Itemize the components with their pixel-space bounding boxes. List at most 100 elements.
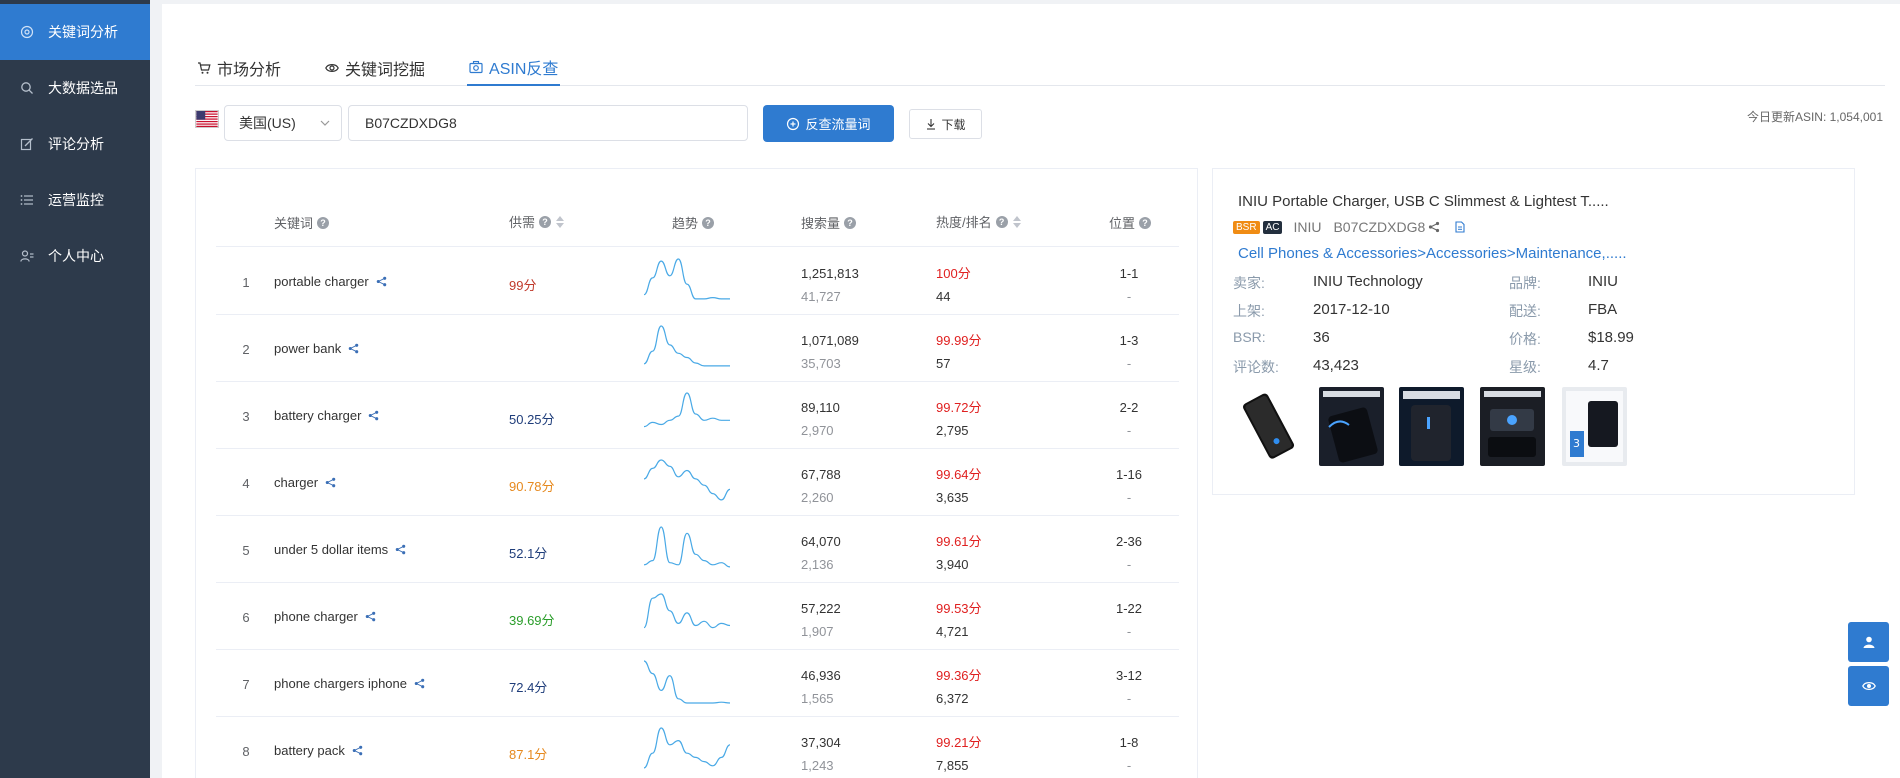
table-row: 8 battery pack 87.1分 37,304 1,243 99.21分 7,855… xyxy=(216,717,1179,778)
trend-sparkline xyxy=(644,459,730,501)
brand-label: 品牌: xyxy=(1509,275,1541,291)
position-sub: - xyxy=(1126,356,1132,371)
th-label: 关键词 xyxy=(274,216,314,231)
table-row: 2 power bank 1,071,089 35,703 99.99分 57 1-3 - xyxy=(216,315,1179,382)
product-thumbnail[interactable] xyxy=(1399,387,1464,466)
search-volume-cell: 1,071,089 35,703 xyxy=(801,329,859,375)
sidebar-item-ops-monitor[interactable]: 运营监控 xyxy=(0,172,150,228)
share-icon[interactable] xyxy=(348,343,359,354)
sort-icon[interactable] xyxy=(1012,215,1021,228)
asin-input[interactable] xyxy=(348,105,748,141)
sidebar-item-keyword-analysis[interactable]: 关键词分析 xyxy=(0,4,150,60)
trend-line xyxy=(644,526,730,568)
search-volume-sub: 2,136 xyxy=(801,557,834,572)
trend-line xyxy=(644,593,730,629)
help-icon[interactable]: ? xyxy=(539,215,552,228)
heat-score: 100分 xyxy=(936,266,971,281)
th-label: 位置 xyxy=(1109,216,1136,231)
trend-sparkline xyxy=(644,258,730,300)
keyword-cell: phone chargers iphone xyxy=(274,676,425,691)
sidebar-item-label: 大数据选品 xyxy=(48,80,118,96)
sidebar-item-label: 个人中心 xyxy=(48,248,104,264)
heat-score: 99.36分 xyxy=(936,668,982,683)
position-sub: - xyxy=(1126,758,1132,773)
bsr-label: BSR: xyxy=(1233,329,1266,345)
share-icon[interactable] xyxy=(325,477,336,488)
rank-value: 3,635 xyxy=(936,490,969,505)
help-icon[interactable]: ? xyxy=(702,216,715,229)
keyword-text[interactable]: phone charger xyxy=(274,609,358,624)
row-index: 3 xyxy=(242,409,250,424)
position-cell: 1-3 - xyxy=(1109,329,1149,375)
search-volume: 64,070 xyxy=(801,534,841,549)
keyword-cell: power bank xyxy=(274,341,359,356)
tab-asin-reverse[interactable]: ASIN反查 xyxy=(467,50,561,86)
reviews-value: 43,423 xyxy=(1313,357,1359,374)
tab-keyword-mining[interactable]: 关键词挖掘 xyxy=(323,50,427,86)
share-icon[interactable] xyxy=(368,410,379,421)
help-icon[interactable]: ? xyxy=(1139,216,1152,229)
share-icon[interactable] xyxy=(376,276,387,287)
product-thumbnail[interactable]: 3 xyxy=(1562,387,1627,466)
supply-demand-cell: 87.1分 xyxy=(509,747,548,762)
cart-icon xyxy=(197,61,211,75)
document-icon[interactable] xyxy=(1454,221,1466,233)
share-icon[interactable] xyxy=(414,678,425,689)
share-icon[interactable] xyxy=(1428,221,1440,233)
help-icon[interactable]: ? xyxy=(844,216,857,229)
th-heat-rank[interactable]: 热度/排名 ? xyxy=(936,212,1021,231)
rank-value: 4,721 xyxy=(936,624,969,639)
country-select[interactable]: 美国(US) xyxy=(224,105,342,141)
row-index: 2 xyxy=(242,342,250,357)
keyword-text[interactable]: under 5 dollar items xyxy=(274,542,388,557)
position-sub: - xyxy=(1126,490,1132,505)
product-thumbnail[interactable] xyxy=(1480,387,1545,466)
supply-demand-cell: 50.25分 xyxy=(509,412,555,427)
position-cell: 1-1 - xyxy=(1109,262,1149,308)
keyword-text[interactable]: charger xyxy=(274,475,318,490)
trend-line xyxy=(644,727,730,769)
heat-score: 99.72分 xyxy=(936,400,982,415)
share-icon[interactable] xyxy=(352,745,363,756)
th-supply-demand[interactable]: 供需 ? xyxy=(509,212,565,231)
product-thumbnail[interactable] xyxy=(1319,387,1384,466)
sidebar-item-profile[interactable]: 个人中心 xyxy=(0,228,150,284)
position-sub: - xyxy=(1126,289,1132,304)
help-icon[interactable]: ? xyxy=(995,215,1008,228)
search-volume-cell: 57,222 1,907 xyxy=(801,597,841,643)
eye-icon xyxy=(325,61,339,75)
keyword-text[interactable]: portable charger xyxy=(274,274,369,289)
floating-eye-button[interactable] xyxy=(1848,666,1889,706)
keyword-text[interactable]: power bank xyxy=(274,341,341,356)
position-sub: - xyxy=(1126,557,1132,572)
search-volume-sub: 1,243 xyxy=(801,758,834,773)
floating-user-button[interactable] xyxy=(1848,622,1889,662)
th-search-volume: 搜索量 ? xyxy=(801,213,857,232)
trend-sparkline xyxy=(644,727,730,769)
trend-sparkline xyxy=(644,392,730,428)
position-value: 2-36 xyxy=(1115,534,1143,549)
sidebar-item-review-analysis[interactable]: 评论分析 xyxy=(0,116,150,172)
product-thumbnail[interactable] xyxy=(1237,387,1302,466)
share-icon[interactable] xyxy=(395,544,406,555)
sidebar-item-big-data[interactable]: 大数据选品 xyxy=(0,60,150,116)
product-category[interactable]: Cell Phones & Accessories>Accessories>Ma… xyxy=(1238,245,1627,262)
keyword-text[interactable]: battery pack xyxy=(274,743,345,758)
help-icon[interactable]: ? xyxy=(317,216,330,229)
product-title[interactable]: INIU Portable Charger, USB C Slimmest & … xyxy=(1238,193,1609,210)
download-button[interactable]: 下载 xyxy=(909,109,982,139)
share-icon[interactable] xyxy=(365,611,376,622)
supply-demand-cell: 90.78分 xyxy=(509,479,555,494)
th-position: 位置 ? xyxy=(1109,213,1152,232)
us-flag-icon xyxy=(195,110,219,128)
keyword-text[interactable]: phone chargers iphone xyxy=(274,676,407,691)
heat-score: 99.64分 xyxy=(936,467,982,482)
reverse-query-button[interactable]: 反查流量词 xyxy=(763,105,894,142)
keyword-text[interactable]: battery charger xyxy=(274,408,361,423)
position-value: 1-8 xyxy=(1119,735,1139,750)
keyword-table: 关键词 ? 供需 ? 趋势 ? 搜索量 ? 热度/排名 ? 位置 ? 1 por… xyxy=(195,168,1198,778)
tab-market-analysis[interactable]: 市场分析 xyxy=(195,50,283,86)
sort-icon[interactable] xyxy=(556,215,565,228)
eye-icon xyxy=(1861,681,1876,691)
position-sub: - xyxy=(1126,691,1132,706)
